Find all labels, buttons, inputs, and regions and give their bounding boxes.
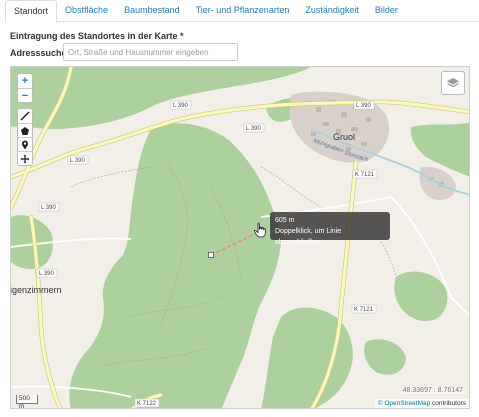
tab-bilder[interactable]: Bilder <box>367 0 406 22</box>
place-label-gruol: Gruol <box>333 132 355 142</box>
attribution-text: contributors <box>430 400 466 407</box>
map-labels: L 390 L 390 L 390 L 390 L 390 L 390 K 71… <box>11 100 378 408</box>
tab-obstflaeche[interactable]: Obstfläche <box>57 0 116 22</box>
road-label-l390: L 390 <box>70 158 85 164</box>
zoom-control: + − <box>17 73 33 103</box>
road-label-l390: L 390 <box>246 126 261 132</box>
address-label: Adresssuche <box>10 48 67 58</box>
hand-cursor-icon <box>253 222 266 238</box>
road-label-l390: L 390 <box>41 205 56 211</box>
road-label-l390: L 390 <box>356 103 371 109</box>
zoom-in-button[interactable]: + <box>18 74 32 88</box>
layers-icon <box>447 78 459 88</box>
osm-attribution-link[interactable]: © OpenStreetMap <box>378 400 430 407</box>
river-label: Stunzach <box>343 150 369 164</box>
tab-tier-pflanzenarten[interactable]: Tier- und Pflanzenarten <box>188 0 298 22</box>
map-attribution: © OpenStreetMap contributors <box>374 399 469 408</box>
place-label-village: igenzimmern <box>11 285 62 295</box>
road-label-k7121: K 7121 <box>354 307 374 313</box>
tab-baumbestand[interactable]: Baumbestand <box>116 0 188 22</box>
map-view[interactable]: L 390 L 390 L 390 L 390 L 390 L 390 K 71… <box>10 66 470 409</box>
road-label-k7122: K 7122 <box>137 401 157 407</box>
measure-tooltip: 605 m Doppelklick, um Linie abzuschließe… <box>270 212 390 246</box>
coordinates-readout: 48.33697 : 8.76147 <box>400 387 465 394</box>
measure-distance: 605 m <box>275 217 295 224</box>
move-icon[interactable] <box>18 151 32 165</box>
measure-hint: Doppelklick, um Linie abzuschließen <box>275 228 342 246</box>
polygon-draw-icon[interactable] <box>18 123 32 137</box>
tab-standort[interactable]: Standort <box>5 0 58 23</box>
zoom-out-button[interactable]: − <box>18 88 32 102</box>
scale-bar: 500 m <box>16 395 38 408</box>
road-label-l390: L 390 <box>39 271 54 277</box>
tab-zustaendigkeit[interactable]: Zuständigkeit <box>297 0 367 22</box>
layers-button[interactable] <box>441 71 465 95</box>
road-label-k7121: K 7121 <box>355 172 375 178</box>
draw-toolbar <box>17 108 33 166</box>
road-label-l390: L 390 <box>173 103 188 109</box>
address-search-input[interactable] <box>63 43 238 61</box>
section-title: Eintragung des Standortes in der Karte * <box>10 31 184 41</box>
marker-icon[interactable] <box>18 137 32 151</box>
line-draw-icon[interactable] <box>18 109 32 123</box>
tab-bar: Standort Obstfläche Baumbestand Tier- un… <box>5 0 479 23</box>
